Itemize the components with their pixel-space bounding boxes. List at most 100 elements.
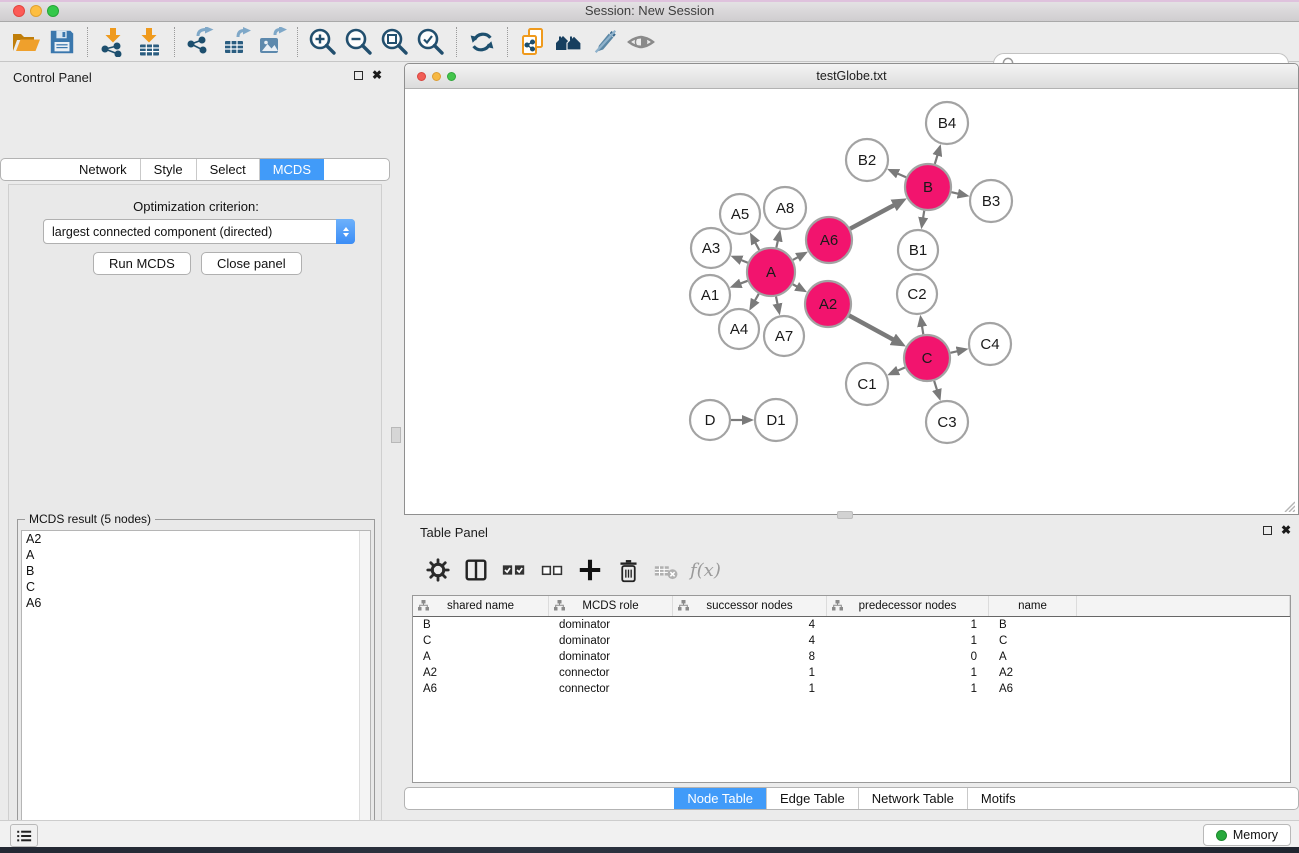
edge-B-B3[interactable]: [951, 192, 959, 194]
graph-node-C1[interactable]: C1: [846, 363, 888, 405]
cell-mcds-role[interactable]: dominator: [549, 635, 673, 647]
table-row[interactable]: Cdominator41C: [413, 633, 1290, 649]
mcds-result-list[interactable]: A2ABCA6: [21, 530, 371, 853]
cell-shared-name[interactable]: C: [413, 635, 549, 647]
close-panel-button[interactable]: Close panel: [201, 252, 302, 275]
memory-button[interactable]: Memory: [1203, 824, 1291, 846]
criterion-dropdown[interactable]: largest connected component (directed): [43, 219, 355, 244]
cell-predecessor-nodes[interactable]: 1: [827, 619, 989, 631]
mcds-result-item[interactable]: C: [22, 579, 370, 595]
graph-node-B4[interactable]: B4: [926, 102, 968, 144]
cell-predecessor-nodes[interactable]: 1: [827, 667, 989, 679]
show-panels-button[interactable]: [10, 824, 38, 847]
column-header-predecessor-nodes[interactable]: predecessor nodes: [827, 596, 989, 616]
tab-edge-table[interactable]: Edge Table: [767, 788, 859, 809]
open-session-button[interactable]: [8, 25, 44, 59]
cell-name[interactable]: C: [989, 635, 1077, 647]
cell-shared-name[interactable]: B: [413, 619, 549, 631]
table-options-button[interactable]: [422, 554, 454, 586]
export-network-button[interactable]: [182, 25, 218, 59]
horizontal-splitter-grip[interactable]: [837, 511, 853, 519]
cell-shared-name[interactable]: A6: [413, 683, 549, 695]
cell-mcds-role[interactable]: connector: [549, 683, 673, 695]
cell-successor-nodes[interactable]: 1: [673, 683, 827, 695]
column-view-button[interactable]: [460, 554, 492, 586]
export-image-button[interactable]: [254, 25, 290, 59]
float-panel-icon[interactable]: [1263, 526, 1272, 535]
tab-network-table[interactable]: Network Table: [859, 788, 968, 809]
node-table[interactable]: shared nameMCDS rolesuccessor nodesprede…: [412, 595, 1291, 783]
graph-node-C[interactable]: C: [904, 335, 950, 381]
tab-node-table[interactable]: Node Table: [674, 788, 767, 809]
column-header-name[interactable]: name: [989, 596, 1077, 616]
minimize-window-icon[interactable]: [30, 5, 42, 17]
graph-node-A4[interactable]: A4: [719, 309, 759, 349]
graph-node-A8[interactable]: A8: [764, 187, 806, 229]
edge-A-A3[interactable]: [740, 260, 748, 263]
column-header-shared-name[interactable]: shared name: [413, 596, 549, 616]
tab-motifs[interactable]: Motifs: [968, 788, 1029, 809]
unselect-all-columns-button[interactable]: [536, 554, 568, 586]
import-network-button[interactable]: [95, 25, 131, 59]
maximize-window-icon[interactable]: [447, 72, 456, 81]
graph-node-A[interactable]: A: [747, 248, 795, 296]
close-panel-icon[interactable]: ✖: [372, 70, 382, 80]
cell-name[interactable]: A6: [989, 683, 1077, 695]
graph-node-D[interactable]: D: [690, 400, 730, 440]
graph-node-A6[interactable]: A6: [806, 217, 852, 263]
delete-column-button[interactable]: [612, 554, 644, 586]
mcds-result-item[interactable]: A: [22, 547, 370, 563]
cell-predecessor-nodes[interactable]: 1: [827, 683, 989, 695]
network-graph[interactable]: B4B2BB3A5A8A6A3B1AA1C2A2A4A7C4CC1DD1C3: [406, 90, 1297, 514]
cell-successor-nodes[interactable]: 1: [673, 667, 827, 679]
edge-B-B2[interactable]: [896, 173, 906, 177]
graph-node-B3[interactable]: B3: [970, 180, 1012, 222]
cell-predecessor-nodes[interactable]: 0: [827, 651, 989, 663]
add-column-button[interactable]: [574, 554, 606, 586]
resize-grip-icon[interactable]: [1282, 499, 1295, 512]
home-button[interactable]: [551, 25, 587, 59]
cell-shared-name[interactable]: A2: [413, 667, 549, 679]
edge-A2-C[interactable]: [849, 315, 894, 340]
edge-C-C3[interactable]: [934, 381, 937, 392]
edge-A6-B[interactable]: [850, 204, 895, 228]
cell-shared-name[interactable]: A: [413, 651, 549, 663]
mcds-result-item[interactable]: A2: [22, 531, 370, 547]
edge-A-A1[interactable]: [739, 281, 748, 284]
delete-table-button[interactable]: [650, 554, 682, 586]
network-window-titlebar[interactable]: testGlobe.txt: [405, 64, 1298, 89]
cell-mcds-role[interactable]: dominator: [549, 619, 673, 631]
cell-name[interactable]: A: [989, 651, 1077, 663]
graph-node-C2[interactable]: C2: [897, 274, 937, 314]
cell-successor-nodes[interactable]: 4: [673, 635, 827, 647]
refresh-button[interactable]: [464, 25, 500, 59]
vertical-splitter-grip[interactable]: [391, 427, 401, 443]
import-table-button[interactable]: [131, 25, 167, 59]
edge-C-C2[interactable]: [922, 325, 924, 335]
edge-B-B4[interactable]: [935, 154, 938, 164]
scrollbar-track[interactable]: [359, 531, 370, 853]
maximize-window-icon[interactable]: [47, 5, 59, 17]
graph-node-A5[interactable]: A5: [720, 194, 760, 234]
graph-node-C4[interactable]: C4: [969, 323, 1011, 365]
cell-name[interactable]: B: [989, 619, 1077, 631]
mcds-result-item[interactable]: B: [22, 563, 370, 579]
graph-node-B1[interactable]: B1: [898, 230, 938, 270]
table-row[interactable]: A2connector11A2: [413, 665, 1290, 681]
select-all-columns-button[interactable]: [498, 554, 530, 586]
table-row[interactable]: Bdominator41B: [413, 617, 1290, 633]
graph-node-A2[interactable]: A2: [805, 281, 851, 327]
edge-A-A6[interactable]: [793, 256, 799, 259]
cell-successor-nodes[interactable]: 8: [673, 651, 827, 663]
zoom-in-button[interactable]: [305, 25, 341, 59]
float-panel-icon[interactable]: [354, 71, 363, 80]
minimize-window-icon[interactable]: [432, 72, 441, 81]
tab-network[interactable]: Network: [66, 159, 141, 180]
edge-A-A5[interactable]: [755, 241, 760, 250]
duplicate-network-button[interactable]: [515, 25, 551, 59]
function-builder-button[interactable]: f(x): [690, 560, 721, 581]
save-session-button[interactable]: [44, 25, 80, 59]
zoom-out-button[interactable]: [341, 25, 377, 59]
tab-select[interactable]: Select: [197, 159, 260, 180]
column-header-successor-nodes[interactable]: successor nodes: [673, 596, 827, 616]
